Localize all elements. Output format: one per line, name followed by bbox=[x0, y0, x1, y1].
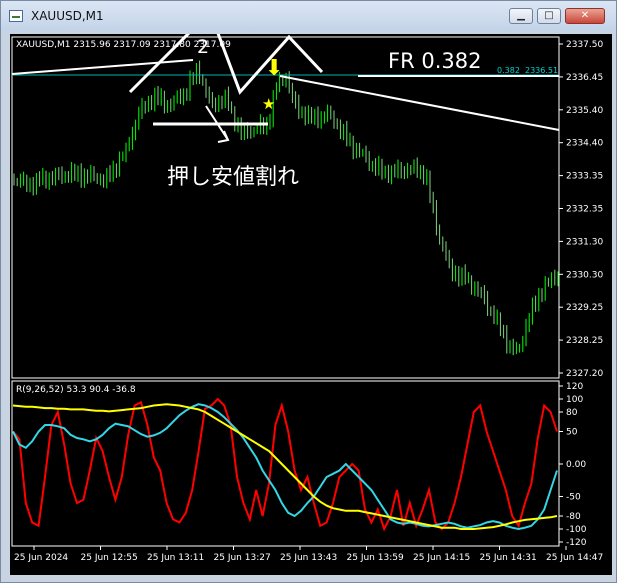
time-tick-label: 25 Jun 14:47 bbox=[546, 553, 603, 563]
osc-tick-label: 100 bbox=[566, 395, 583, 405]
chart-canvas[interactable]: 2337.50 2336.45 2335.40 2334.40 2333.35 2332.… bbox=[10, 34, 612, 575]
trend-line-right bbox=[279, 75, 560, 131]
time-tick-label: 25 Jun 14:15 bbox=[413, 553, 470, 563]
osc-tick-label: -120 bbox=[566, 538, 587, 548]
price-tick-label: 2329.25 bbox=[566, 303, 603, 313]
chart-window-icon bbox=[9, 10, 23, 22]
time-tick-label: 25 Jun 13:43 bbox=[280, 553, 337, 563]
time-tick-label: 25 Jun 13:27 bbox=[214, 553, 271, 563]
price-tick-label: 2336.45 bbox=[566, 73, 603, 83]
oscillator-panel-frame bbox=[11, 380, 560, 547]
oscillator-lines bbox=[12, 397, 558, 532]
osc-line-yellow bbox=[12, 403, 558, 530]
fib-level-tag: 0.382 bbox=[497, 66, 520, 75]
osc-tick-label: 0.00 bbox=[566, 460, 586, 470]
price-tick-label: 2337.50 bbox=[566, 40, 603, 50]
trend-line-left bbox=[11, 59, 194, 75]
oscillator-info-text: R(9,26,52) 53.3 90.4 -36.8 bbox=[16, 385, 136, 395]
time-tick-label: 25 Jun 13:11 bbox=[147, 553, 204, 563]
mt4-chart-window: XAUUSD,M1 ▁ □ ✕ 2337.50 2336.45 2335.40 233… bbox=[0, 0, 617, 583]
price-tick-label: 2332.35 bbox=[566, 205, 603, 215]
time-tick-label: 25 Jun 12:55 bbox=[81, 553, 138, 563]
maximize-button[interactable]: □ bbox=[537, 8, 561, 24]
oscillator-axis: 120 100 80 50 0.00 -50 -80 -100 -120 bbox=[559, 382, 587, 548]
price-tick-label: 2327.20 bbox=[566, 369, 603, 379]
osc-tick-label: 80 bbox=[566, 408, 578, 418]
window-titlebar[interactable]: XAUUSD,M1 ▁ □ ✕ bbox=[1, 1, 616, 31]
osc-tick-label: -50 bbox=[566, 493, 581, 503]
minimize-button[interactable]: ▁ bbox=[509, 8, 533, 24]
price-tick-label: 2328.25 bbox=[566, 336, 603, 346]
window-title: XAUUSD,M1 bbox=[31, 9, 104, 23]
chart-area[interactable]: 2337.50 2336.45 2335.40 2334.40 2333.35 2332.… bbox=[10, 34, 612, 575]
price-tick-label: 2335.40 bbox=[566, 106, 603, 116]
price-bars bbox=[13, 60, 559, 356]
price-axis: 2337.50 2336.45 2335.40 2334.40 2333.35 2332.… bbox=[559, 40, 603, 379]
down-arrow-marker: ⬇ bbox=[265, 56, 283, 81]
time-tick-label: 25 Jun 2024 bbox=[14, 553, 68, 563]
price-tick-label: 2331.30 bbox=[566, 237, 603, 247]
osc-tick-label: 50 bbox=[566, 428, 578, 438]
fr-label: FR 0.382 bbox=[388, 49, 481, 73]
price-tick-label: 2333.35 bbox=[566, 172, 603, 182]
time-tick-label: 25 Jun 14:31 bbox=[480, 553, 537, 563]
close-button[interactable]: ✕ bbox=[565, 8, 605, 24]
price-tick-label: 2334.40 bbox=[566, 139, 603, 149]
osc-tick-label: -80 bbox=[566, 512, 581, 522]
price-level-tag: 2336.51 bbox=[525, 66, 558, 75]
price-tick-label: 2330.30 bbox=[566, 270, 603, 280]
jp-annotation-label: 押し安値割れ bbox=[167, 165, 299, 190]
star-marker: ★ bbox=[262, 95, 275, 113]
osc-tick-label: -100 bbox=[566, 525, 587, 535]
price-panel-frame bbox=[11, 36, 560, 379]
osc-tick-label: 120 bbox=[566, 382, 583, 392]
wave-label: 2 bbox=[197, 36, 209, 58]
time-tick-label: 25 Jun 13:59 bbox=[347, 553, 404, 563]
time-axis: 25 Jun 2024 25 Jun 12:55 25 Jun 13:11 25 Ju… bbox=[14, 546, 603, 563]
